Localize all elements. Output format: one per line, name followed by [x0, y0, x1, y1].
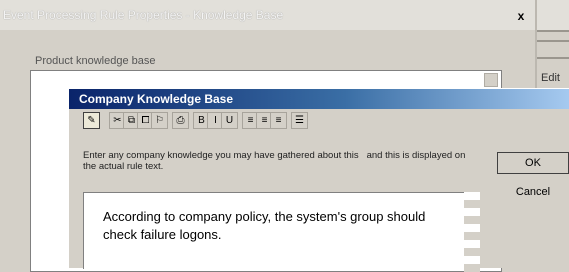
scrollbar-track-segment	[464, 192, 480, 200]
edit-button[interactable]: Edit	[532, 68, 569, 88]
vertical-scrollbar[interactable]	[464, 192, 480, 272]
instructions-text: Enter any company knowledge you may have…	[83, 150, 466, 172]
scrollbar-track-segment	[464, 248, 480, 256]
scrollbar-track-segment	[464, 256, 480, 264]
knowledge-base-label: Product knowledge base	[35, 55, 156, 67]
scroll-arrow-icon[interactable]	[484, 73, 498, 87]
dialog-title-bar[interactable]: Company Knowledge Base	[69, 89, 569, 109]
scrollbar-track-segment	[464, 240, 480, 248]
draft-icon[interactable]: ✎	[83, 112, 100, 129]
divider	[537, 57, 569, 59]
cancel-button[interactable]: Cancel	[497, 181, 569, 203]
scrollbar-track-segment	[464, 264, 480, 272]
underline-icon[interactable]: U	[221, 112, 238, 129]
outer-dialog-title-bar: Event Processing Rule Properties - Knowl…	[0, 0, 569, 30]
bullets-icon[interactable]: ☰	[291, 112, 308, 129]
close-icon[interactable]: x	[514, 9, 528, 23]
company-knowledge-base-dialog: Company Knowledge Base ✎ ✂ ⧉ ⧠ ⚐ ⎙ B I U ≡ ≡ ≡ ☰ Ent…	[68, 88, 569, 272]
divider	[537, 40, 569, 42]
outer-dialog-title: Event Processing Rule Properties - Knowl…	[3, 8, 284, 22]
scrollbar-track-segment	[464, 232, 480, 240]
ok-button[interactable]: OK	[497, 152, 569, 174]
align-right-icon[interactable]: ≡	[270, 112, 287, 129]
scrollbar-track-segment	[464, 224, 480, 232]
dialog-title: Company Knowledge Base	[79, 92, 234, 106]
knowledge-text-editor[interactable]: According to company policy, the system'…	[83, 192, 464, 269]
scrollbar-track-segment	[464, 208, 480, 216]
divider	[537, 30, 569, 32]
formatting-toolbar: ✎ ✂ ⧉ ⧠ ⚐ ⎙ B I U ≡ ≡ ≡ ☰	[83, 112, 368, 132]
print-icon[interactable]: ⎙	[172, 112, 189, 129]
scrollbar-track-segment	[464, 216, 480, 224]
knowledge-text: According to company policy, the system'…	[103, 209, 426, 242]
find-icon[interactable]: ⚐	[151, 112, 168, 129]
ok-button-label: OK	[525, 157, 541, 169]
scrollbar-track-segment	[464, 200, 480, 208]
